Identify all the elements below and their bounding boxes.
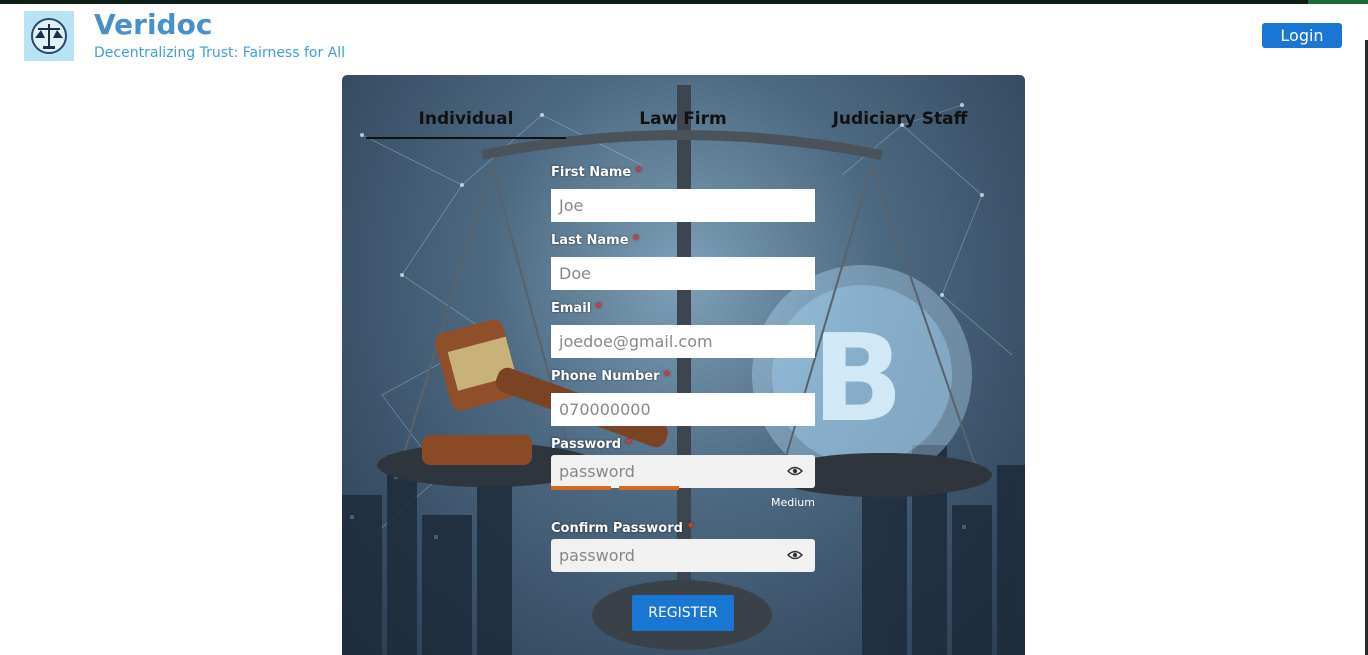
phone-field[interactable]: 070000000: [551, 393, 815, 426]
required-mark: *: [635, 165, 643, 180]
top-strip: [0, 0, 1368, 4]
email-field[interactable]: joedoe@gmail.com: [551, 325, 815, 358]
login-button[interactable]: Login: [1262, 23, 1342, 48]
top-strip-glow: [1308, 0, 1368, 4]
confirm-password-label-text: Confirm Password: [551, 521, 683, 536]
justice-logo-icon: [31, 18, 67, 54]
required-mark: *: [663, 369, 671, 384]
first-name-field[interactable]: Joe: [551, 189, 815, 222]
password-label-text: Password: [551, 437, 622, 452]
confirm-password-placeholder: password: [559, 546, 635, 565]
password-strength-text: Medium: [771, 496, 815, 509]
brand-tagline: Decentralizing Trust: Fairness for All: [94, 45, 346, 61]
last-name-label-text: Last Name: [551, 233, 629, 248]
brand-title: Veridoc: [94, 8, 213, 41]
required-mark: *: [686, 521, 694, 536]
svg-text:B: B: [812, 310, 903, 449]
tab-law-firm[interactable]: Law Firm: [583, 109, 783, 129]
tab-individual[interactable]: Individual: [366, 109, 566, 129]
tab-judiciary-staff[interactable]: Judiciary Staff: [800, 109, 1000, 129]
logo[interactable]: [24, 11, 74, 61]
eye-icon[interactable]: [787, 548, 803, 562]
email-label: Email *: [551, 301, 602, 316]
first-name-label-text: First Name: [551, 165, 632, 180]
phone-label-text: Phone Number: [551, 369, 660, 384]
strength-segment: [551, 486, 611, 490]
last-name-field[interactable]: Doe: [551, 257, 815, 290]
confirm-password-label: Confirm Password *: [551, 521, 694, 536]
password-field[interactable]: password: [551, 455, 815, 488]
strength-segment: [755, 486, 815, 490]
required-mark: *: [595, 301, 602, 316]
register-button[interactable]: REGISTER: [632, 595, 734, 631]
strength-segment: [619, 486, 679, 490]
eye-icon[interactable]: [787, 464, 803, 478]
first-name-label: First Name *: [551, 165, 642, 180]
required-mark: *: [632, 233, 640, 248]
confirm-password-field[interactable]: password: [551, 539, 815, 572]
required-mark: *: [625, 437, 632, 452]
last-name-label: Last Name *: [551, 233, 639, 248]
password-label: Password *: [551, 437, 632, 452]
phone-label: Phone Number *: [551, 369, 670, 384]
registration-card: B Individual Law Firm Judiciary Staff Fi…: [342, 75, 1025, 655]
strength-segment: [687, 486, 747, 490]
email-label-text: Email: [551, 301, 592, 316]
password-placeholder: password: [559, 462, 635, 481]
active-tab-indicator: [366, 137, 566, 139]
